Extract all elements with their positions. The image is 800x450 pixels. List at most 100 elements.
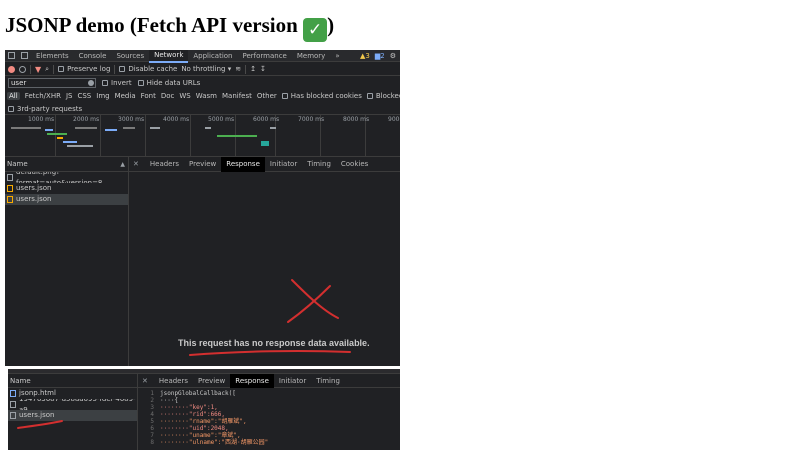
hide-data-urls-checkbox[interactable]: Hide data URLs <box>137 79 200 87</box>
devtools-tab-bar: Elements Console Sources Network Applica… <box>5 50 400 63</box>
timeline-tick: 5000 ms <box>208 116 235 123</box>
tab-initiator[interactable]: Initiator <box>265 157 302 172</box>
filter-funnel-icon[interactable]: ▼ <box>35 65 41 74</box>
request-row-selected[interactable]: users.json <box>8 410 137 421</box>
third-party-row: 3rd-party requests <box>5 103 400 115</box>
type-manifest[interactable]: Manifest <box>222 92 252 100</box>
image-file-icon <box>10 401 16 408</box>
script-file-icon <box>7 196 13 203</box>
name-column-header[interactable]: Name ▲ <box>5 157 128 172</box>
timeline-tick: 2000 ms <box>73 116 100 123</box>
timeline-tick: 6000 ms <box>253 116 280 123</box>
request-row[interactable]: jsonp.html <box>8 388 137 399</box>
no-response-message: This request has no response data availa… <box>178 338 370 348</box>
detail-tab-bar: ✕ Headers Preview Response Initiator Tim… <box>129 156 400 172</box>
type-font[interactable]: Font <box>141 92 156 100</box>
code-line: 7 ········"uname":"章斌", <box>150 432 241 439</box>
type-other[interactable]: Other <box>257 92 277 100</box>
type-doc[interactable]: Doc <box>161 92 175 100</box>
request-list: Name▲ default.png?format=auto&version=8.… <box>5 157 129 366</box>
invert-checkbox[interactable]: Invert <box>102 79 132 87</box>
tab-sources[interactable]: Sources <box>111 50 149 62</box>
tab-console[interactable]: Console <box>74 50 112 62</box>
blocked-requests-checkbox[interactable]: Blocked Requests <box>366 92 400 100</box>
type-img[interactable]: Img <box>96 92 109 100</box>
tab-preview[interactable]: Preview <box>184 157 221 172</box>
type-all[interactable]: All <box>7 92 20 100</box>
code-line: 1 jsonpGlobalCallback([ <box>150 390 236 397</box>
type-css[interactable]: CSS <box>77 92 91 100</box>
record-icon[interactable] <box>8 65 15 73</box>
name-column-header[interactable]: Name <box>8 374 137 388</box>
tab-headers[interactable]: Headers <box>145 157 184 172</box>
preserve-log-checkbox[interactable]: Preserve log <box>58 65 110 73</box>
tab-response[interactable]: Response <box>221 156 265 172</box>
type-fetch-xhr[interactable]: Fetch/XHR <box>25 92 61 100</box>
filter-bar: user Invert Hide data URLs <box>5 77 400 89</box>
tab-timing[interactable]: Timing <box>311 374 345 388</box>
timeline-tick: 8000 ms <box>343 116 370 123</box>
devtools-network-panel: Elements Console Sources Network Applica… <box>5 50 400 366</box>
code-line: 4 ········"rid":666, <box>150 411 226 418</box>
message-count[interactable]: ▆2 <box>375 52 385 60</box>
tab-elements[interactable]: Elements <box>31 50 74 62</box>
throttling-select[interactable]: No throttling ▾ <box>181 65 231 73</box>
tab-application[interactable]: Application <box>188 50 237 62</box>
close-detail-icon[interactable]: ✕ <box>133 160 139 168</box>
export-har-icon[interactable]: ↧ <box>260 65 266 73</box>
more-tabs-button[interactable]: » <box>330 50 344 62</box>
tab-response[interactable]: Response <box>230 373 274 388</box>
has-blocked-cookies-checkbox[interactable]: Has blocked cookies <box>281 92 362 100</box>
request-list: Name jsonp.html 194763687-d58aa695-fdef-… <box>8 374 138 450</box>
clear-icon[interactable] <box>19 65 26 73</box>
tab-performance[interactable]: Performance <box>238 50 292 62</box>
request-row[interactable]: users.json <box>5 183 128 194</box>
warning-count[interactable]: ▲3 <box>360 52 370 60</box>
tab-initiator[interactable]: Initiator <box>274 374 311 388</box>
search-icon[interactable]: ⌕ <box>45 65 49 74</box>
code-line: 5 ········"rname":"胡雁斌", <box>150 418 247 425</box>
sort-arrow-icon: ▲ <box>120 161 125 168</box>
request-row-selected[interactable]: users.json <box>5 194 128 205</box>
detail-tab-bar: ✕ Headers Preview Response Initiator Tim… <box>138 373 400 388</box>
close-detail-icon[interactable]: ✕ <box>142 377 148 385</box>
code-line: 3 ········"key":1, <box>150 404 218 411</box>
timeline-tick: 7000 ms <box>298 116 325 123</box>
tab-headers[interactable]: Headers <box>154 374 193 388</box>
timeline-tick: 4000 ms <box>163 116 190 123</box>
code-line: 2 ····{ <box>150 397 179 404</box>
clear-filter-icon[interactable] <box>88 80 94 86</box>
timeline-tick: 1000 ms <box>28 116 55 123</box>
type-media[interactable]: Media <box>115 92 136 100</box>
settings-gear-icon[interactable]: ⚙ <box>390 52 396 60</box>
script-file-icon <box>7 185 13 192</box>
timeline-overview[interactable]: 1000 ms 2000 ms 3000 ms 4000 ms 5000 ms … <box>5 115 400 157</box>
inspect-element-icon[interactable] <box>8 52 15 59</box>
disable-cache-checkbox[interactable]: Disable cache <box>119 65 177 73</box>
tab-memory[interactable]: Memory <box>292 50 330 62</box>
request-row[interactable]: 194763687-d58aa695-fdef-4689-a9... <box>8 399 137 410</box>
device-toolbar-icon[interactable] <box>21 52 28 59</box>
type-wasm[interactable]: Wasm <box>196 92 217 100</box>
network-toolbar: ▼ ⌕ Preserve log Disable cache No thrott… <box>5 63 400 76</box>
type-js[interactable]: JS <box>66 92 73 100</box>
response-code-view[interactable]: 1 jsonpGlobalCallback([ 2 ····{ 3 ········"… <box>138 390 400 446</box>
request-row[interactable]: default.png?format=auto&version=8... <box>5 172 128 183</box>
import-har-icon[interactable]: ↥ <box>250 65 256 73</box>
tab-cookies[interactable]: Cookies <box>336 157 373 172</box>
json-file-icon <box>10 412 16 419</box>
tab-network[interactable]: Network <box>149 50 189 63</box>
resource-type-filter: All Fetch/XHR JS CSS Img Media Font Doc … <box>5 90 400 102</box>
timeline-tick: 3000 ms <box>118 116 145 123</box>
network-conditions-icon[interactable]: ≋ <box>235 65 241 73</box>
code-line: 8 ········"ulname":"西湖·胡雁公园" <box>150 439 269 446</box>
request-detail-pane: ✕ Headers Preview Response Initiator Tim… <box>138 373 400 450</box>
third-party-checkbox[interactable]: 3rd-party requests <box>8 105 82 113</box>
request-detail-pane: ✕ Headers Preview Response Initiator Tim… <box>129 156 400 366</box>
tab-preview[interactable]: Preview <box>193 374 230 388</box>
page-title: JSONP demo (Fetch API version ✓) <box>5 13 335 42</box>
check-mark-icon: ✓ <box>303 18 328 42</box>
filter-input[interactable]: user <box>8 78 96 88</box>
tab-timing[interactable]: Timing <box>302 157 336 172</box>
type-ws[interactable]: WS <box>179 92 190 100</box>
